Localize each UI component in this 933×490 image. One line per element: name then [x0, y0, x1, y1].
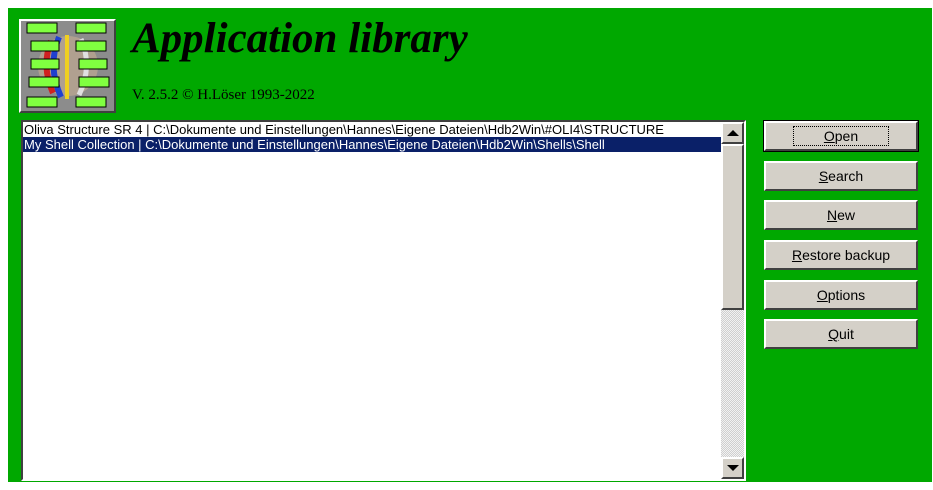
restore-backup-button-label: Restore backup [791, 247, 891, 263]
quit-button-label: Quit [828, 326, 854, 342]
vertical-scrollbar[interactable] [721, 122, 744, 479]
quit-button[interactable]: Quit [764, 319, 918, 349]
app-title: Application library [132, 15, 468, 62]
application-logo [19, 19, 116, 113]
scroll-up-button[interactable] [721, 122, 744, 144]
options-button-label: Options [816, 287, 866, 303]
search-button-label: Search [818, 168, 864, 184]
restore-backup-button[interactable]: Restore backup [764, 240, 918, 270]
new-button[interactable]: New [764, 200, 918, 230]
arrow-down-icon [726, 465, 739, 471]
open-button[interactable]: Open [763, 120, 919, 152]
scroll-thumb[interactable] [721, 144, 744, 310]
open-button-label: Open [792, 126, 890, 146]
scroll-down-button[interactable] [721, 457, 744, 479]
library-listbox[interactable]: Oliva Structure SR 4 | C:\Dokumente und … [21, 120, 746, 481]
logo-icon [21, 21, 114, 111]
version-copyright: V. 2.5.2 © H.Löser 1993-2022 [132, 87, 315, 103]
library-item-oliva-structure[interactable]: Oliva Structure SR 4 | C:\Dokumente und … [23, 122, 721, 137]
library-item-shell-collection[interactable]: My Shell Collection | C:\Dokumente und E… [23, 137, 721, 152]
library-list: Oliva Structure SR 4 | C:\Dokumente und … [23, 122, 721, 479]
arrow-up-icon [726, 130, 739, 136]
new-button-label: New [826, 207, 856, 223]
options-button[interactable]: Options [764, 280, 918, 310]
search-button[interactable]: Search [764, 161, 918, 191]
